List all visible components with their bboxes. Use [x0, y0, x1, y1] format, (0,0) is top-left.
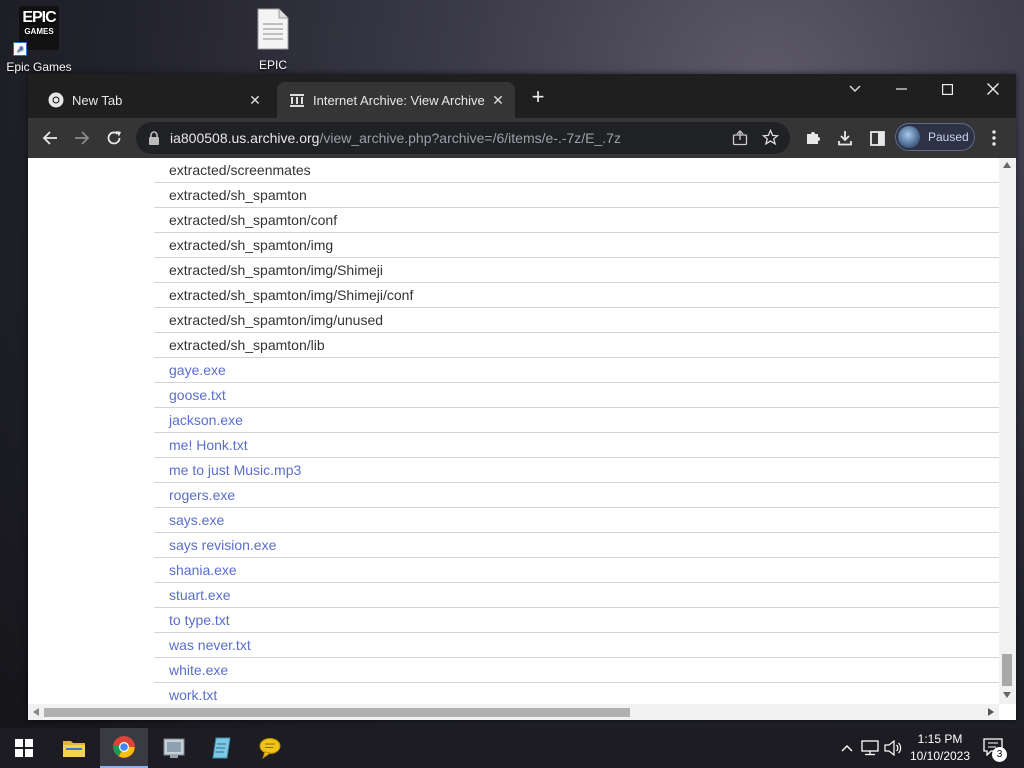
back-arrow-icon: [42, 131, 57, 145]
lock-icon[interactable]: [148, 131, 160, 145]
share-icon[interactable]: [732, 130, 748, 146]
scroll-right-arrow-icon[interactable]: [988, 708, 994, 716]
archive-file-link[interactable]: was never.txt: [154, 633, 999, 658]
downloads-button[interactable]: [831, 124, 859, 152]
taskbar-notepad[interactable]: [198, 728, 246, 768]
windows-start-icon: [15, 739, 33, 757]
archive-icon: [289, 92, 305, 108]
close-tab-icon[interactable]: ✕: [487, 92, 509, 109]
taskbar-app-3[interactable]: [150, 728, 198, 768]
tab-strip: New Tab ✕ Internet Archive: View Archive…: [28, 74, 1016, 118]
browser-toolbar: ia800508.us.archive.org/view_archive.php…: [28, 118, 1016, 158]
taskbar-chrome[interactable]: [100, 728, 148, 768]
archive-file-link[interactable]: stuart.exe: [154, 583, 999, 608]
archive-file-link[interactable]: me! Honk.txt: [154, 433, 999, 458]
chrome-icon: [48, 92, 64, 108]
archive-file-link[interactable]: shania.exe: [154, 558, 999, 583]
horizontal-scroll-thumb[interactable]: [44, 708, 630, 717]
archive-directory-row: extracted/sh_spamton/lib: [154, 333, 999, 358]
archive-directory-row: extracted/sh_spamton/img/unused: [154, 308, 999, 333]
clock-date: 10/10/2023: [909, 749, 971, 763]
shortcut-arrow-icon: ↗: [13, 42, 27, 56]
file-explorer-icon: [63, 741, 85, 757]
archive-file-link[interactable]: gaye.exe: [154, 358, 999, 383]
maximize-button[interactable]: [924, 74, 970, 104]
chat-icon: [259, 738, 281, 759]
show-hidden-icons-chevron-icon[interactable]: [836, 744, 858, 752]
archive-directory-row: extracted/screenmates: [154, 158, 999, 183]
profile-button[interactable]: Paused: [895, 123, 975, 151]
taskbar-file-explorer[interactable]: [50, 728, 98, 768]
epic-logo-line2: GAMES: [24, 27, 54, 36]
tab-search-chevron-icon[interactable]: [832, 74, 878, 104]
clock-time: 1:15 PM: [917, 732, 963, 746]
archive-file-link[interactable]: jackson.exe: [154, 408, 999, 433]
browser-menu-button[interactable]: [980, 124, 1008, 152]
system-tray: [836, 728, 904, 768]
download-icon: [838, 131, 852, 146]
forward-arrow-icon: [75, 131, 90, 145]
volume-icon[interactable]: [882, 740, 904, 756]
archive-directory-row: extracted/sh_spamton/img/Shimeji/conf: [154, 283, 999, 308]
side-panel-button[interactable]: [863, 124, 891, 152]
horizontal-scrollbar[interactable]: [28, 704, 999, 720]
extensions-button[interactable]: [799, 124, 827, 152]
side-panel-icon: [869, 130, 885, 146]
minimize-button[interactable]: [878, 74, 924, 104]
scroll-down-arrow-icon[interactable]: [1003, 692, 1011, 698]
epic-games-logo: EPIC GAMES ↗: [13, 6, 59, 56]
taskbar-clock[interactable]: 1:15 PM 10/10/2023: [902, 731, 978, 765]
forward-button[interactable]: [68, 124, 96, 152]
tab-internet-archive[interactable]: Internet Archive: View Archive ✕: [277, 82, 515, 118]
archive-file-list: extracted/screenmates extracted/sh_spamto…: [154, 158, 999, 704]
archive-file-link[interactable]: to type.txt: [154, 608, 999, 633]
archive-file-link[interactable]: work.txt: [154, 683, 999, 704]
avatar: [898, 126, 920, 148]
page-content: extracted/screenmates extracted/sh_spamto…: [28, 158, 1016, 704]
address-bar[interactable]: ia800508.us.archive.org/view_archive.php…: [136, 122, 790, 154]
taskbar-chat[interactable]: [246, 728, 294, 768]
close-window-button[interactable]: [970, 74, 1016, 104]
back-button[interactable]: [36, 124, 64, 152]
kebab-menu-icon: [992, 130, 996, 146]
archive-directory-row: extracted/sh_spamton/img: [154, 233, 999, 258]
app-icon: [163, 738, 185, 758]
notification-center-button[interactable]: 3: [982, 736, 1007, 762]
url-host: ia800508.us.archive.org: [170, 130, 320, 146]
scroll-up-arrow-icon[interactable]: [1003, 162, 1011, 168]
tab-label: Internet Archive: View Archive: [313, 92, 485, 108]
tab-label: New Tab: [72, 92, 123, 108]
chrome-icon: [113, 736, 135, 758]
archive-directory-row: extracted/sh_spamton/img/Shimeji: [154, 258, 999, 283]
url-path: /view_archive.php?archive=/6/items/e-.-7…: [319, 130, 621, 146]
reload-icon: [107, 131, 121, 145]
document-icon: [257, 8, 289, 50]
taskbar: 1:15 PM 10/10/2023 3: [0, 728, 1024, 768]
notepad-icon: [212, 737, 231, 759]
archive-file-link[interactable]: says.exe: [154, 508, 999, 533]
new-tab-button[interactable]: +: [526, 86, 550, 110]
archive-file-link[interactable]: says revision.exe: [154, 533, 999, 558]
url-text: ia800508.us.archive.org/view_archive.php…: [170, 130, 621, 146]
archive-file-link[interactable]: rogers.exe: [154, 483, 999, 508]
puzzle-icon: [807, 132, 820, 144]
scroll-left-arrow-icon[interactable]: [33, 708, 39, 716]
vertical-scroll-thumb[interactable]: [1002, 654, 1012, 686]
archive-file-link[interactable]: me to just Music.mp3: [154, 458, 999, 483]
network-icon[interactable]: [858, 740, 882, 756]
archive-file-link[interactable]: white.exe: [154, 658, 999, 683]
bookmark-star-icon[interactable]: [762, 129, 779, 146]
close-tab-icon[interactable]: ✕: [244, 92, 266, 109]
vertical-scrollbar[interactable]: [999, 158, 1016, 704]
epic-logo-line1: EPIC: [22, 9, 56, 26]
profile-status-label: Paused: [928, 130, 969, 144]
browser-window: New Tab ✕ Internet Archive: View Archive…: [28, 74, 1016, 720]
archive-directory-row: extracted/sh_spamton: [154, 183, 999, 208]
tab-new-tab[interactable]: New Tab ✕: [36, 82, 272, 118]
reload-button[interactable]: [100, 124, 128, 152]
start-button[interactable]: [0, 728, 48, 768]
archive-directory-row: extracted/sh_spamton/conf: [154, 208, 999, 233]
archive-file-link[interactable]: goose.txt: [154, 383, 999, 408]
notification-count-badge: 3: [992, 747, 1007, 762]
